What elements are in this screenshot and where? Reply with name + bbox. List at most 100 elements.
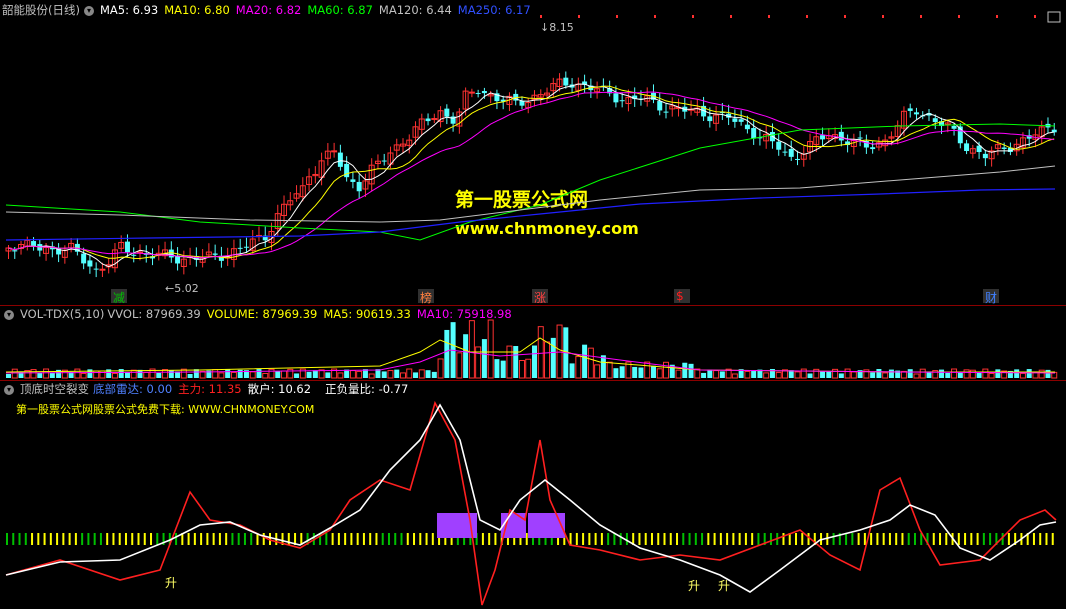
top-tick bbox=[768, 15, 770, 18]
radar-bar bbox=[801, 533, 804, 545]
radar-bar bbox=[707, 533, 710, 545]
volume-bar bbox=[1014, 369, 1020, 378]
radar-bar bbox=[381, 533, 384, 545]
candle-body bbox=[237, 247, 243, 249]
radar-bar bbox=[387, 533, 390, 545]
volume-bar bbox=[18, 371, 24, 378]
volume-bar bbox=[212, 369, 219, 379]
candle-body bbox=[932, 118, 938, 123]
volume-bar bbox=[337, 372, 344, 379]
volume-bar bbox=[156, 372, 162, 378]
radar-bar bbox=[150, 533, 153, 545]
candle-body bbox=[732, 118, 738, 122]
candle-body bbox=[913, 112, 919, 115]
radar-bar bbox=[1045, 533, 1048, 545]
candle-body bbox=[337, 152, 343, 167]
volume-bar bbox=[701, 372, 707, 378]
volume-bar bbox=[1026, 369, 1032, 378]
candle-body bbox=[751, 128, 757, 139]
volume-bar bbox=[656, 368, 663, 379]
radar-bar bbox=[594, 533, 597, 545]
volume-bar bbox=[882, 372, 889, 379]
radar-bar bbox=[375, 533, 378, 545]
candle-body bbox=[838, 131, 844, 141]
radar-bar bbox=[250, 533, 253, 545]
volume-bar bbox=[682, 362, 688, 378]
volume-bar bbox=[800, 368, 807, 379]
volume-bar bbox=[481, 339, 487, 378]
radar-bar bbox=[682, 533, 685, 545]
top-tick bbox=[958, 15, 960, 18]
candle-body bbox=[124, 241, 130, 253]
volume-bar bbox=[249, 371, 256, 379]
candle-body bbox=[1001, 147, 1007, 149]
volume-bar bbox=[387, 370, 394, 379]
radar-bar bbox=[845, 533, 848, 545]
volume-bar bbox=[187, 373, 193, 378]
volume-bar bbox=[381, 371, 387, 378]
candle-body bbox=[331, 150, 338, 153]
event-marker: 财 bbox=[985, 291, 998, 305]
radar-bar bbox=[12, 533, 15, 545]
radar-bar bbox=[243, 533, 246, 545]
volume-bar bbox=[888, 369, 894, 378]
radar-bar bbox=[356, 533, 359, 545]
volume-bar bbox=[143, 371, 150, 379]
radar-bar bbox=[957, 533, 960, 545]
volume-bar bbox=[400, 372, 406, 379]
radar-bar bbox=[782, 533, 785, 545]
candle-body bbox=[481, 91, 487, 94]
radar-bar bbox=[193, 533, 196, 545]
radar-bar bbox=[350, 533, 353, 545]
radar-bar bbox=[431, 533, 434, 545]
volume-bar bbox=[556, 324, 563, 379]
radar-bar bbox=[888, 533, 891, 545]
volume-bar bbox=[963, 369, 970, 379]
event-marker: 榜 bbox=[420, 291, 433, 305]
radar-bar bbox=[726, 533, 729, 545]
candle-body bbox=[907, 108, 913, 111]
volume-bar bbox=[218, 372, 225, 379]
volume-bar bbox=[275, 370, 281, 378]
volume-bar bbox=[713, 370, 720, 379]
radar-bar bbox=[882, 533, 885, 545]
candle-body bbox=[519, 100, 525, 106]
volume-bar bbox=[969, 369, 976, 379]
top-tick bbox=[996, 15, 998, 18]
volume-bar bbox=[11, 368, 18, 379]
candle-body bbox=[131, 254, 137, 256]
radar-bar bbox=[87, 533, 90, 545]
volume-bar bbox=[606, 361, 613, 379]
radar-bar bbox=[175, 533, 178, 545]
radar-bar bbox=[218, 533, 221, 545]
radar-bar bbox=[124, 533, 127, 545]
volume-bar bbox=[826, 370, 832, 378]
radar-bar bbox=[989, 533, 992, 545]
volume-bar bbox=[939, 369, 945, 378]
candle-body bbox=[344, 163, 350, 178]
chart-canvas bbox=[5, 11, 1061, 606]
radar-bar bbox=[231, 533, 234, 545]
radar-bar bbox=[582, 533, 585, 545]
volume-bar bbox=[913, 373, 920, 379]
candle-body bbox=[475, 92, 481, 94]
candle-body bbox=[795, 158, 800, 160]
volume-bar bbox=[43, 368, 50, 379]
volume-bar bbox=[675, 369, 682, 379]
volume-bar bbox=[844, 368, 851, 379]
volume-bar bbox=[494, 359, 500, 378]
signal-block bbox=[528, 513, 565, 538]
radar-bar bbox=[106, 533, 109, 545]
volume-bar bbox=[945, 372, 951, 378]
radar-bar bbox=[732, 533, 735, 545]
radar-bar bbox=[68, 533, 71, 545]
volume-bar bbox=[513, 346, 519, 378]
radar-bar bbox=[400, 533, 403, 545]
candle-body bbox=[870, 147, 876, 150]
volume-bar bbox=[281, 370, 288, 379]
radar-bar bbox=[669, 533, 672, 545]
radar-bar bbox=[331, 533, 334, 545]
top-tick bbox=[882, 15, 884, 18]
event-marker: 涨 bbox=[534, 291, 547, 305]
volume-bar bbox=[413, 372, 419, 378]
